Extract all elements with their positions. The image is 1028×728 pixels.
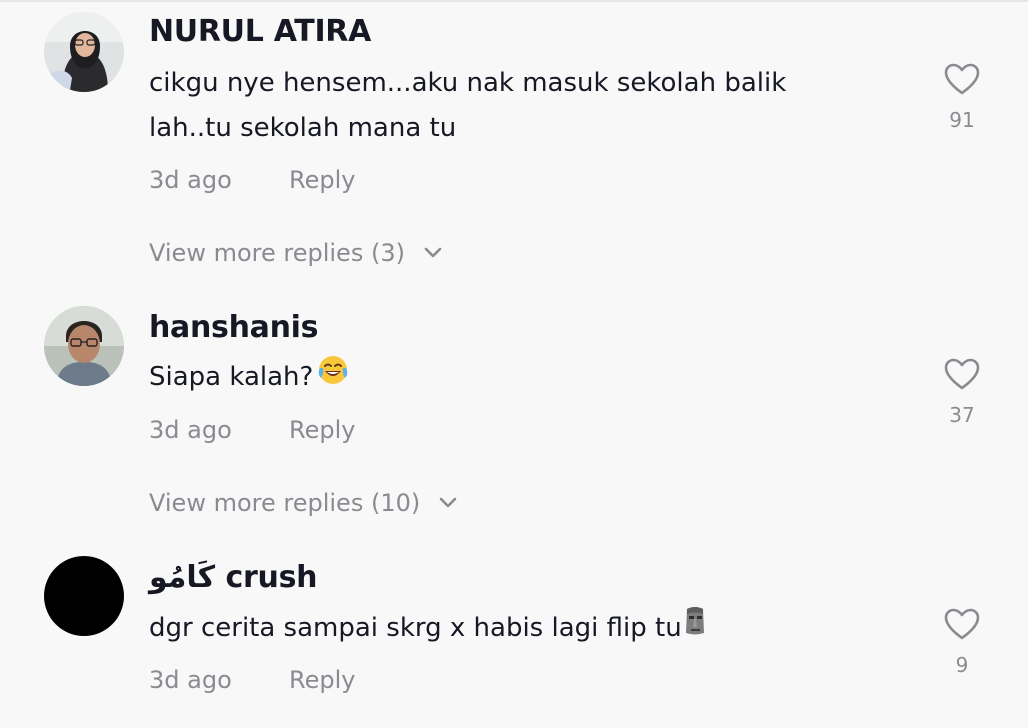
comment-text: cikgu nye hensem...aku nak masuk sekolah…: [149, 61, 889, 151]
comment-text-line: lah..tu sekolah mana tu: [149, 113, 457, 143]
comment-text: dgr cerita sampai skrg x habis lagi flip…: [149, 605, 889, 652]
comment-text-line: cikgu nye hensem...aku nak masuk sekolah…: [149, 68, 787, 98]
view-more-replies-button[interactable]: View more replies (3): [149, 239, 443, 267]
face-with-tears-of-joy-icon: [317, 354, 349, 401]
comment-meta: 3d ago Reply: [149, 416, 355, 444]
like-count: 91: [949, 108, 975, 132]
comment-timestamp: 3d ago: [149, 166, 232, 194]
moai-icon: [682, 605, 708, 652]
avatar[interactable]: [44, 306, 124, 386]
comment-username[interactable]: NURUL ATIRA: [149, 14, 371, 49]
heart-outline-icon: [940, 357, 984, 391]
like-button[interactable]: 9: [940, 607, 984, 677]
comment-text-body: dgr cerita sampai skrg x habis lagi flip…: [149, 613, 682, 643]
avatar[interactable]: [44, 556, 124, 636]
heart-outline-icon: [940, 607, 984, 641]
view-more-replies-label: View more replies (3): [149, 239, 405, 267]
reply-button[interactable]: Reply: [289, 166, 355, 194]
comment-username[interactable]: كَامُو crush: [149, 560, 318, 595]
view-more-replies-button[interactable]: View more replies (10): [149, 489, 458, 517]
reply-button[interactable]: Reply: [289, 416, 355, 444]
comment-username-arabic: كَامُو: [149, 560, 216, 595]
view-more-replies-label: View more replies (10): [149, 489, 421, 517]
comment-timestamp: 3d ago: [149, 666, 232, 694]
like-count: 37: [949, 403, 975, 427]
comment-timestamp: 3d ago: [149, 416, 232, 444]
comment-username-latin: crush: [225, 560, 318, 595]
top-divider: [0, 0, 1028, 2]
chevron-down-icon: [438, 488, 458, 516]
heart-outline-icon: [940, 62, 984, 96]
avatar[interactable]: [44, 12, 124, 92]
like-count: 9: [955, 653, 969, 677]
reply-button[interactable]: Reply: [289, 666, 355, 694]
comment-meta: 3d ago Reply: [149, 166, 355, 194]
chevron-down-icon: [423, 238, 443, 266]
like-button[interactable]: 91: [940, 62, 984, 132]
like-button[interactable]: 37: [940, 357, 984, 427]
comment-meta: 3d ago Reply: [149, 666, 355, 694]
comment-username[interactable]: hanshanis: [149, 310, 319, 345]
comment-text-body: Siapa kalah?: [149, 362, 314, 392]
comment-text: Siapa kalah?: [149, 354, 889, 401]
